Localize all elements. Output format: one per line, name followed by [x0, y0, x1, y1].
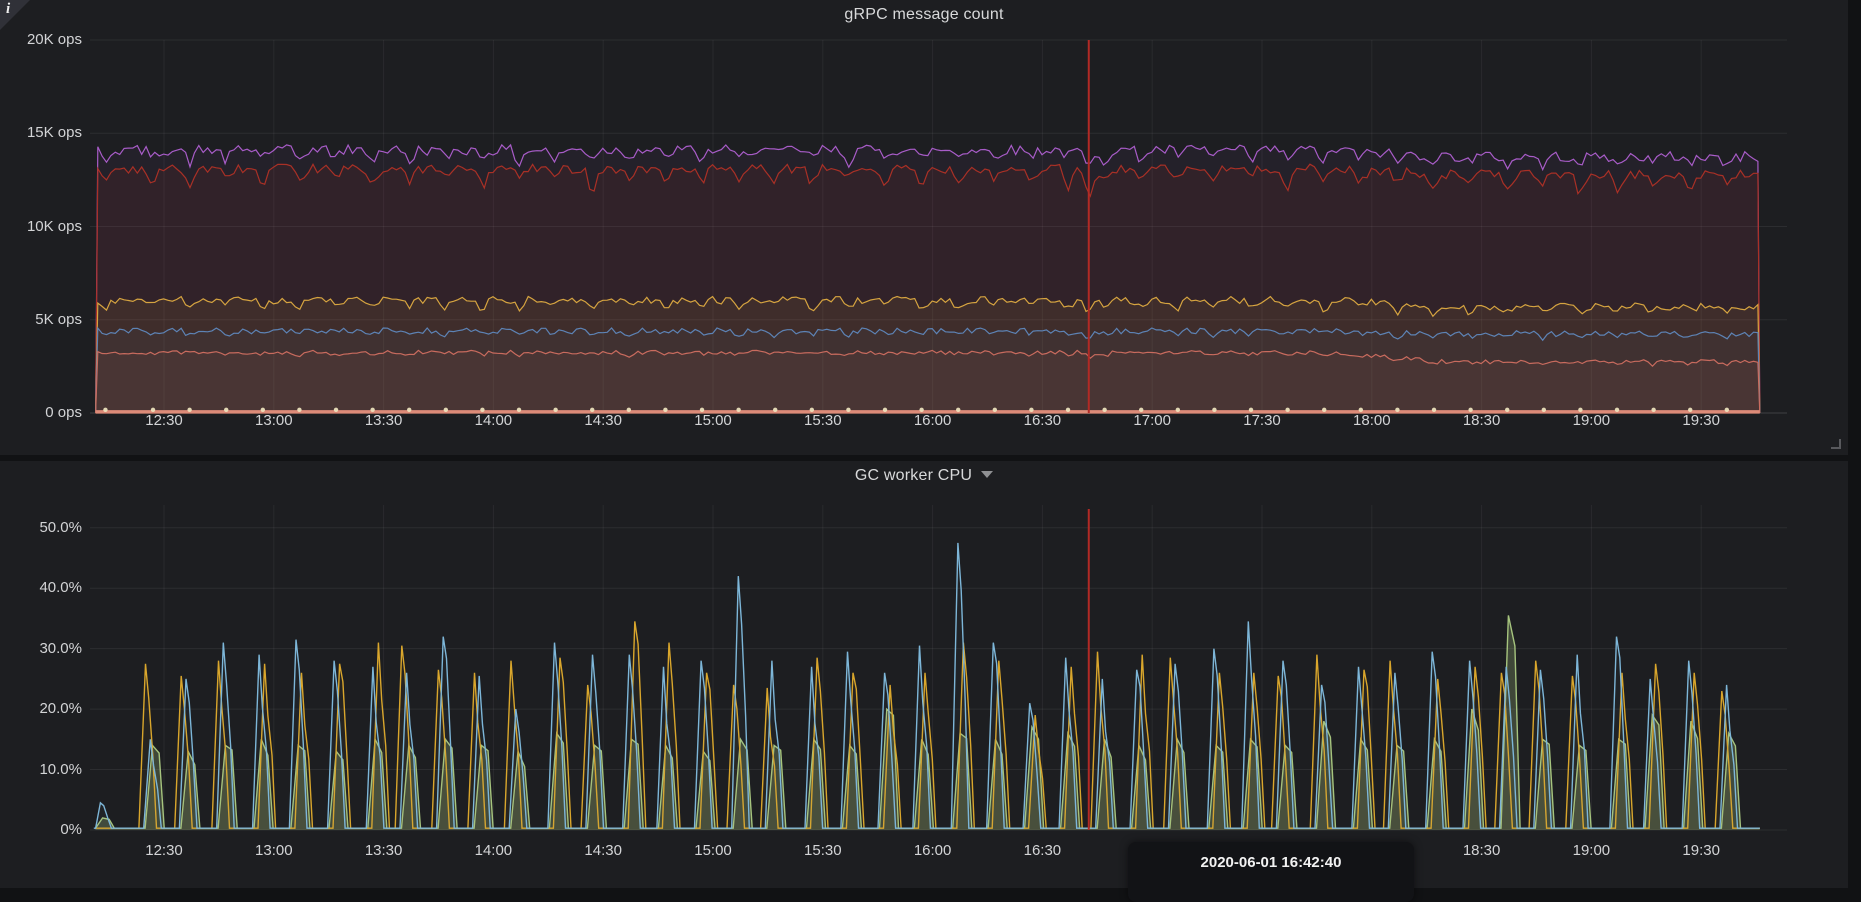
y-tick-label: 5K ops	[4, 311, 82, 328]
y-tick-label: 0 ops	[4, 404, 82, 421]
event-dot	[883, 408, 887, 412]
resize-corner-icon[interactable]	[1831, 439, 1841, 449]
y-tick-label: 30.0%	[4, 640, 82, 657]
event-dot	[773, 408, 777, 412]
x-tick-label: 14:30	[584, 842, 622, 859]
event-dot	[1651, 408, 1655, 412]
event-dot	[1725, 408, 1729, 412]
panel-grpc-message-count: i gRPC message count 0 ops5K ops10K ops1…	[0, 0, 1848, 455]
event-dot	[956, 408, 960, 412]
x-tick-label: 19:30	[1682, 412, 1720, 429]
gc-cpu-chart-svg	[0, 461, 1848, 888]
annotation-tooltip-text: 2020-06-01 16:42:40	[1201, 854, 1342, 871]
x-tick-label: 17:30	[1243, 412, 1281, 429]
x-tick-label: 12:30	[145, 412, 183, 429]
event-dot	[1285, 408, 1289, 412]
x-tick-label: 16:30	[1024, 842, 1062, 859]
y-tick-label: 20.0%	[4, 700, 82, 717]
event-dot	[1176, 408, 1180, 412]
x-tick-label: 13:30	[365, 842, 403, 859]
event-dot	[663, 408, 667, 412]
event-dot	[1212, 408, 1216, 412]
event-dot	[993, 408, 997, 412]
x-tick-label: 18:30	[1463, 412, 1501, 429]
x-tick-label: 15:30	[804, 842, 842, 859]
y-tick-label: 40.0%	[4, 579, 82, 596]
event-dot	[103, 408, 107, 412]
event-dot	[1505, 408, 1509, 412]
annotation-tooltip: 2020-06-01 16:42:40	[1128, 842, 1414, 902]
y-tick-label: 0%	[4, 821, 82, 838]
event-dot	[334, 408, 338, 412]
x-tick-label: 15:00	[694, 412, 732, 429]
x-tick-label: 13:00	[255, 842, 293, 859]
event-dot	[224, 408, 228, 412]
event-dot	[407, 408, 411, 412]
x-tick-label: 14:00	[475, 412, 513, 429]
grpc-chart-svg	[0, 0, 1848, 455]
x-tick-label: 18:00	[1353, 412, 1391, 429]
x-tick-label: 14:00	[475, 842, 513, 859]
panel-gc-worker-cpu: GC worker CPU 0%10.0%20.0%30.0%40.0%50.0…	[0, 461, 1848, 888]
event-dot	[1542, 408, 1546, 412]
event-dot	[517, 408, 521, 412]
y-tick-label: 10K ops	[4, 218, 82, 235]
event-dot	[846, 408, 850, 412]
x-tick-label: 19:00	[1573, 842, 1611, 859]
y-tick-label: 50.0%	[4, 519, 82, 536]
y-tick-label: 20K ops	[4, 31, 82, 48]
event-dot	[297, 408, 301, 412]
event-dot	[1102, 408, 1106, 412]
event-dot	[736, 408, 740, 412]
x-tick-label: 19:00	[1573, 412, 1611, 429]
event-dot	[1395, 408, 1399, 412]
event-dot	[553, 408, 557, 412]
event-dot	[1066, 408, 1070, 412]
event-dot	[1322, 408, 1326, 412]
x-tick-label: 18:30	[1463, 842, 1501, 859]
event-dot	[187, 408, 191, 412]
x-tick-label: 19:30	[1682, 842, 1720, 859]
x-tick-label: 13:30	[365, 412, 403, 429]
x-tick-label: 17:00	[1133, 412, 1171, 429]
x-tick-label: 13:00	[255, 412, 293, 429]
y-tick-label: 15K ops	[4, 124, 82, 141]
event-dot	[1615, 408, 1619, 412]
x-tick-label: 14:30	[584, 412, 622, 429]
x-tick-label: 15:30	[804, 412, 842, 429]
y-tick-label: 10.0%	[4, 761, 82, 778]
event-dot	[444, 408, 448, 412]
x-tick-label: 16:00	[914, 842, 952, 859]
x-tick-label: 16:30	[1024, 412, 1062, 429]
x-tick-label: 12:30	[145, 842, 183, 859]
event-dot	[1432, 408, 1436, 412]
event-dot	[627, 408, 631, 412]
x-tick-label: 15:00	[694, 842, 732, 859]
x-tick-label: 16:00	[914, 412, 952, 429]
